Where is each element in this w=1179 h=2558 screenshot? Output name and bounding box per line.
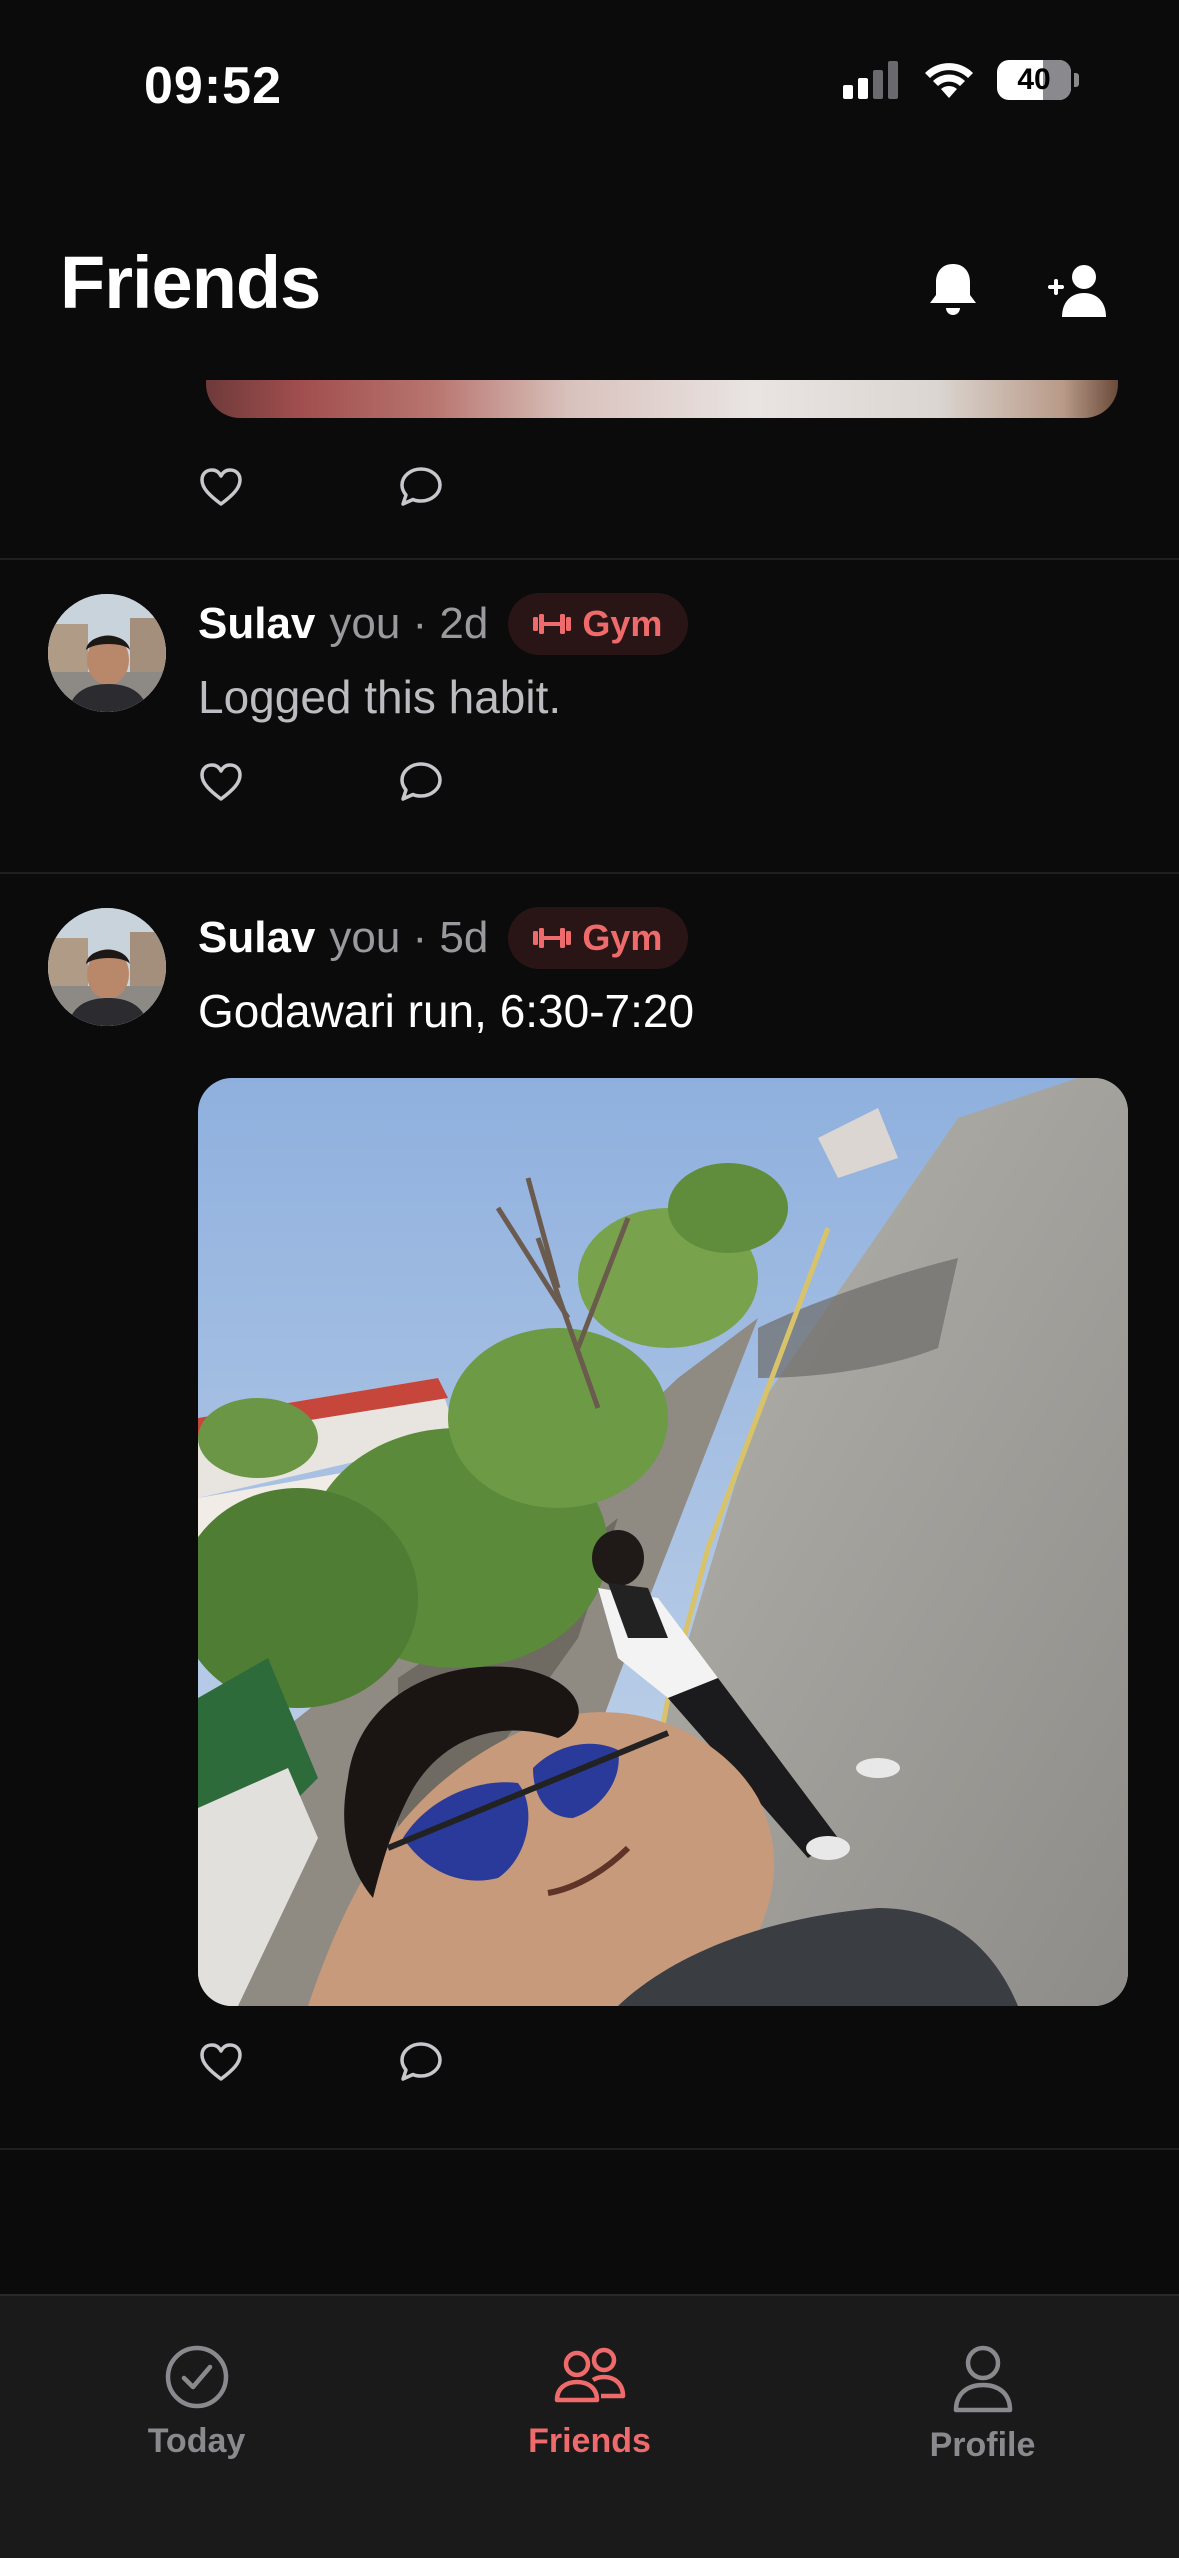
post-actions bbox=[196, 2037, 446, 2087]
like-button[interactable] bbox=[196, 757, 246, 807]
notifications-button[interactable] bbox=[913, 250, 993, 330]
tab-friends[interactable]: Friends bbox=[393, 2296, 786, 2496]
status-time: 09:52 bbox=[144, 57, 282, 115]
tab-profile[interactable]: Profile bbox=[786, 2296, 1179, 2496]
post-author[interactable]: Sulav bbox=[198, 913, 315, 963]
page-title: Friends bbox=[60, 241, 321, 324]
divider bbox=[0, 558, 1179, 560]
battery-level: 40 bbox=[1017, 63, 1051, 96]
wifi-icon bbox=[925, 63, 973, 98]
previous-post-photo[interactable] bbox=[206, 380, 1118, 418]
dumbbell-icon bbox=[533, 928, 572, 948]
post-meta: you · 2d bbox=[329, 599, 489, 648]
post-actions bbox=[196, 757, 446, 807]
post-text: Godawari run, 6:30-7:20 bbox=[198, 985, 695, 1037]
check-circle-icon bbox=[165, 2345, 228, 2409]
divider bbox=[0, 872, 1179, 874]
status-icons: 40 bbox=[843, 60, 1079, 100]
divider bbox=[0, 2148, 1179, 2150]
like-button[interactable] bbox=[196, 2037, 246, 2087]
header: Friends bbox=[0, 220, 1179, 360]
cellular-signal-icon bbox=[843, 61, 898, 99]
post-header: Sulav you · 5d Gym bbox=[198, 906, 689, 970]
comment-button[interactable] bbox=[396, 757, 446, 807]
comment-icon bbox=[400, 2042, 442, 2081]
status-bar: 09:52 40 bbox=[0, 0, 1179, 170]
post-author[interactable]: Sulav bbox=[198, 599, 315, 649]
post-text: Logged this habit. bbox=[198, 671, 562, 723]
tab-bar: Today Friends Profile bbox=[0, 2294, 1179, 2558]
comment-icon bbox=[400, 467, 442, 506]
previous-post-actions bbox=[196, 462, 446, 512]
post-meta: you · 5d bbox=[329, 913, 489, 962]
people-icon bbox=[554, 2347, 625, 2403]
add-friend-icon bbox=[1048, 265, 1106, 317]
post-photo[interactable] bbox=[198, 1078, 1128, 2006]
comment-button[interactable] bbox=[396, 2037, 446, 2087]
habit-badge[interactable]: Gym bbox=[508, 907, 689, 969]
tab-label: Profile bbox=[929, 2426, 1036, 2464]
heart-icon bbox=[200, 468, 242, 506]
avatar[interactable] bbox=[48, 594, 166, 712]
comment-icon bbox=[400, 762, 442, 801]
add-friend-button[interactable] bbox=[1037, 250, 1117, 330]
person-icon bbox=[953, 2345, 1012, 2413]
habit-badge[interactable]: Gym bbox=[508, 593, 689, 655]
like-button[interactable] bbox=[196, 462, 246, 512]
heart-icon bbox=[200, 2043, 242, 2081]
comment-button[interactable] bbox=[396, 462, 446, 512]
avatar[interactable] bbox=[48, 908, 166, 1026]
heart-icon bbox=[200, 763, 242, 801]
tab-label: Today bbox=[147, 2422, 246, 2460]
tab-label: Friends bbox=[528, 2422, 651, 2460]
post-header: Sulav you · 2d Gym bbox=[198, 592, 689, 656]
bell-icon bbox=[930, 264, 976, 315]
habit-badge-label: Gym bbox=[582, 917, 663, 958]
habit-badge-label: Gym bbox=[582, 603, 663, 644]
tab-today[interactable]: Today bbox=[0, 2296, 393, 2496]
dumbbell-icon bbox=[533, 614, 572, 634]
battery-icon: 40 bbox=[997, 60, 1079, 100]
